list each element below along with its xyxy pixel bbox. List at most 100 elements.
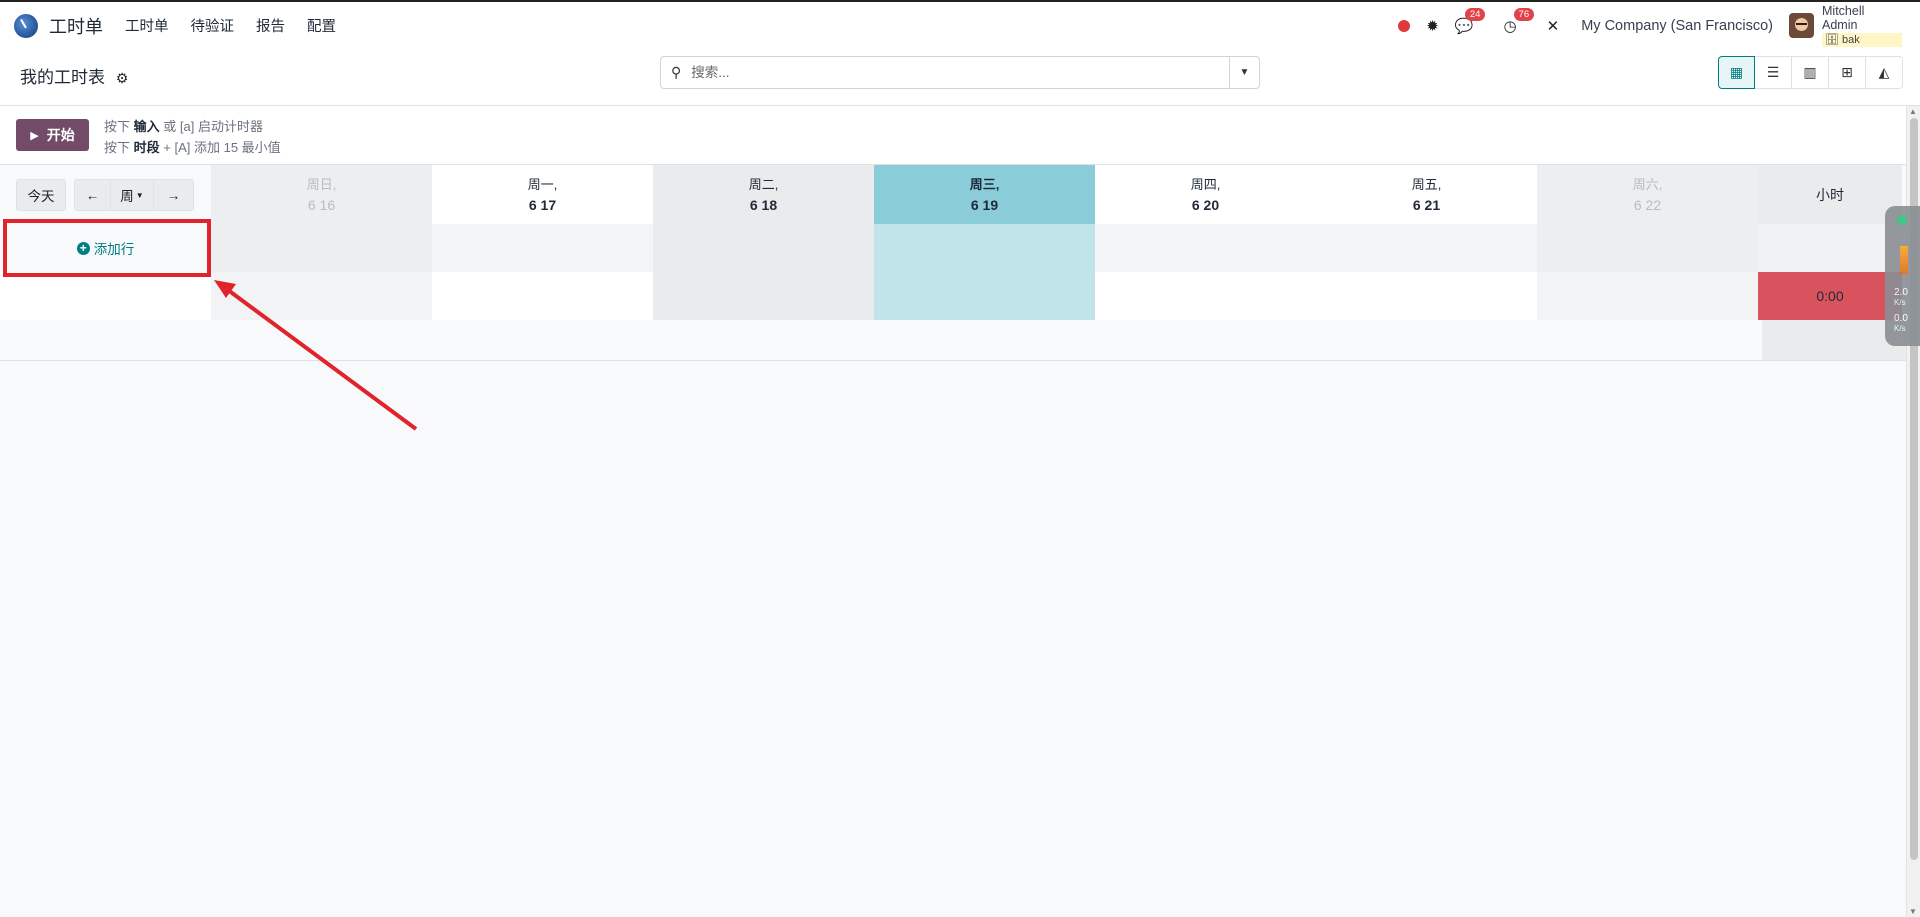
hint2-key: 时段: [133, 140, 160, 155]
column-date: 6 20: [1191, 196, 1220, 213]
scroll-down-icon[interactable]: ▼: [1909, 907, 1917, 916]
period-label: 周: [120, 189, 134, 204]
column-day: 周二,: [748, 176, 779, 192]
scroll-up-icon[interactable]: ▲: [1909, 107, 1917, 116]
today-button[interactable]: 今天: [16, 179, 66, 211]
database-name: bak: [1842, 34, 1860, 46]
main-menu: 工时单 待验证 报告 配置: [125, 15, 358, 36]
user-menu[interactable]: Mitchell Admin 🗄 bak: [1822, 4, 1902, 47]
download-unit: K/s: [1894, 324, 1906, 333]
app-brand[interactable]: 工时单: [0, 2, 103, 49]
search-options-toggle[interactable]: ▼: [1229, 57, 1259, 88]
list-view-button[interactable]: ☰: [1755, 56, 1792, 89]
search-icon: ⚲: [671, 64, 682, 80]
next-button[interactable]: →: [153, 179, 194, 211]
page-title: 我的工时表 ⚙: [20, 63, 128, 88]
column-date: 6 19: [970, 196, 999, 213]
list-icon: ☰: [1766, 64, 1780, 80]
user-avatar[interactable]: [1789, 13, 1814, 38]
add-line-row: + 添加行: [0, 224, 1906, 272]
column-day: 周四,: [1190, 176, 1221, 192]
page-title-text: 我的工时表: [20, 68, 105, 87]
grid-view-button[interactable]: ▦: [1718, 56, 1755, 89]
messages-badge: 24: [1464, 7, 1486, 21]
column-day: 周日,: [306, 176, 337, 192]
period-dropdown[interactable]: 周 ▼: [110, 179, 154, 211]
tools-icon[interactable]: ✕: [1547, 17, 1560, 35]
hint1-suffix: 或 [a] 启动计时器: [163, 119, 263, 134]
column-day: 周一,: [527, 176, 558, 192]
caret-down-icon: ▼: [1239, 67, 1250, 78]
grid-footer-spacer: [0, 320, 1762, 360]
company-switcher[interactable]: My Company (San Francisco): [1581, 18, 1773, 34]
arrow-left-icon: ←: [85, 187, 100, 203]
grid-cell: [432, 272, 653, 320]
systray: ✹ 💬 24 ◷ 76 ✕ My Company (San Francisco)…: [1398, 2, 1920, 49]
grid-icon: ▦: [1729, 64, 1744, 80]
grid-header: 今天 ← 周 ▼ → 周日, 6 16 周一, 6 17 周二, 6 18 周三,…: [0, 165, 1906, 224]
area-chart-icon: ◭: [1878, 64, 1890, 80]
grid-cell: [211, 272, 432, 320]
grid-footer-row: [0, 320, 1906, 361]
column-date: 6 22: [1633, 196, 1662, 213]
recording-indicator-icon[interactable]: [1398, 19, 1411, 32]
pivot-view-button[interactable]: ⊞: [1829, 56, 1866, 89]
view-switcher: ▦ ☰ ▥ ⊞ ◭: [1718, 56, 1903, 89]
activities-clock-icon[interactable]: ◷ 76: [1504, 7, 1535, 35]
column-date: 6 16: [307, 196, 336, 213]
debug-bug-icon[interactable]: ✹: [1426, 17, 1439, 35]
start-timer-button[interactable]: ▶ 开始: [16, 119, 89, 151]
timesheet-app-icon: [14, 13, 38, 38]
menu-item-reporting[interactable]: 报告: [256, 15, 285, 36]
status-dot-icon: [1897, 215, 1907, 225]
column-header-tuesday: 周二, 6 18: [653, 165, 874, 224]
speed-bar: [1900, 246, 1908, 274]
timer-hint-2: 按下 时段 + [A] 添加 15 最小值: [104, 137, 281, 158]
grid-cell: [653, 272, 874, 320]
grid-cell: [874, 272, 1095, 320]
annotation-highlight-box: [3, 219, 211, 277]
previous-button[interactable]: ←: [74, 179, 111, 211]
column-day: 周三,: [969, 176, 1000, 192]
download-speed: 0.0 K/s: [1894, 314, 1908, 334]
column-date: 6 21: [1412, 196, 1441, 213]
menu-item-timesheets[interactable]: 工时单: [125, 15, 169, 36]
column-day: 周六,: [1632, 176, 1663, 192]
timer-bar: ▶ 开始 按下 输入 或 [a] 启动计时器 按下 时段 + [A] 添加 15…: [0, 106, 1906, 164]
column-header-friday: 周五, 6 21: [1316, 165, 1537, 224]
top-navbar: 工时单 工时单 待验证 报告 配置 ✹ 💬 24 ◷ 76 ✕ My Compa…: [0, 0, 1920, 49]
column-header-wednesday: 周三, 6 19: [874, 165, 1095, 224]
total-row: 0:00: [0, 272, 1906, 320]
grid-cell: [1537, 272, 1758, 320]
upload-unit: K/s: [1894, 298, 1906, 307]
grid-cell: [1095, 224, 1316, 272]
play-icon: ▶: [30, 129, 39, 142]
timesheet-grid: 今天 ← 周 ▼ → 周日, 6 16 周一, 6 17 周二, 6 18 周三,…: [0, 164, 1906, 917]
arrow-right-icon: →: [166, 187, 181, 203]
upload-speed: 2.0 K/s: [1894, 288, 1908, 308]
download-value: 0.0: [1894, 313, 1908, 324]
start-label: 开始: [46, 127, 75, 143]
menu-item-to-validate[interactable]: 待验证: [191, 15, 235, 36]
column-header-saturday: 周六, 6 22: [1537, 165, 1758, 224]
search-input[interactable]: [689, 64, 1229, 81]
activities-badge: 76: [1513, 7, 1535, 21]
caret-down-icon: ▼: [135, 190, 144, 200]
search-box: ⚲ ▼: [660, 56, 1260, 89]
grid-cell: [211, 224, 432, 272]
gear-icon[interactable]: ⚙: [116, 70, 129, 86]
grid-cell: [1316, 224, 1537, 272]
total-row-label: [0, 272, 211, 320]
grid-cell: [1758, 224, 1902, 272]
grid-navigation: 今天 ← 周 ▼ →: [0, 165, 211, 224]
column-date: 6 18: [749, 196, 778, 213]
control-panel: 我的工时表 ⚙ ⚲ ▼ ▦ ☰ ▥ ⊞ ◭: [0, 49, 1920, 106]
hint2-suffix: + [A] 添加 15 最小值: [163, 140, 281, 155]
app-title: 工时单: [49, 16, 103, 37]
kanban-view-button[interactable]: ▥: [1792, 56, 1829, 89]
grid-cell: [1316, 272, 1537, 320]
messages-icon[interactable]: 💬 24: [1455, 7, 1486, 35]
graph-view-button[interactable]: ◭: [1866, 56, 1903, 89]
column-day: 周五,: [1411, 176, 1442, 192]
menu-item-configuration[interactable]: 配置: [307, 15, 336, 36]
